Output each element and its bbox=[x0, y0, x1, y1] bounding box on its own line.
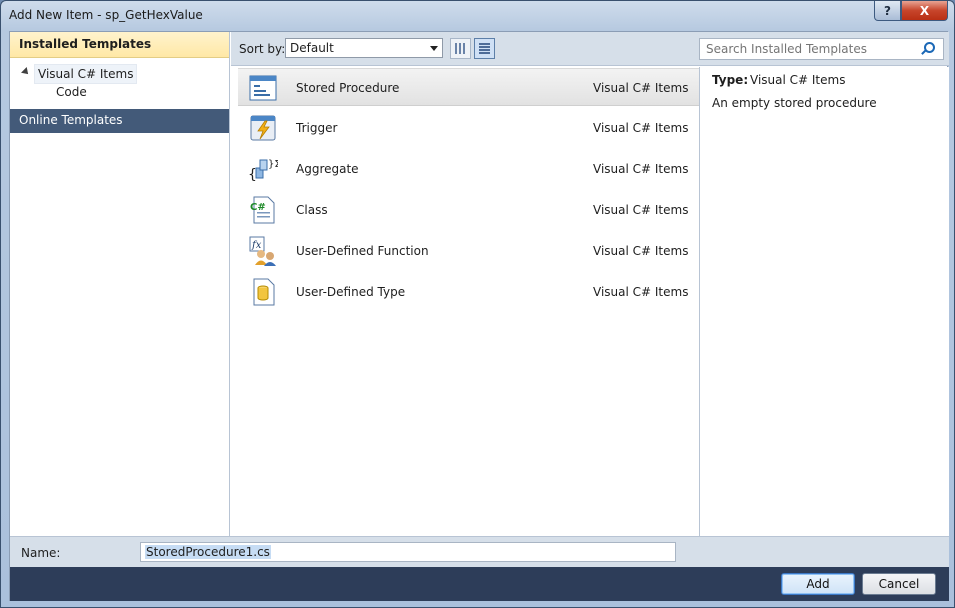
function-icon: fx bbox=[249, 236, 276, 266]
expand-collapse-icon[interactable] bbox=[21, 67, 31, 77]
class-icon: C# bbox=[250, 196, 275, 224]
type-label: Type: bbox=[712, 73, 749, 87]
template-name: Stored Procedure bbox=[296, 81, 400, 95]
search-input[interactable] bbox=[699, 38, 944, 60]
template-name: Aggregate bbox=[296, 162, 359, 176]
template-category: Visual C# Items bbox=[593, 121, 689, 135]
template-row-class[interactable]: C# Class Visual C# Items bbox=[238, 191, 699, 229]
svg-text:C#: C# bbox=[250, 202, 266, 213]
template-details-panel: Type: Visual C# Items An empty stored pr… bbox=[699, 67, 949, 536]
cancel-button[interactable]: Cancel bbox=[862, 573, 936, 595]
help-button[interactable]: ? bbox=[874, 1, 901, 21]
window-title: Add New Item - sp_GetHexValue bbox=[9, 8, 203, 22]
list-view-button[interactable] bbox=[474, 38, 495, 59]
svg-text:fx: fx bbox=[251, 240, 262, 251]
search-icon[interactable] bbox=[924, 42, 935, 53]
svg-text:}Σ: }Σ bbox=[268, 159, 278, 170]
template-category: Visual C# Items bbox=[593, 244, 689, 258]
tree-empty-area bbox=[10, 133, 229, 536]
templates-list: Stored Procedure Visual C# Items Trigger… bbox=[234, 67, 699, 536]
add-button[interactable]: Add bbox=[781, 573, 855, 595]
grid-view-icon bbox=[455, 43, 466, 54]
list-view-icon bbox=[479, 43, 490, 54]
name-label: Name: bbox=[21, 546, 61, 560]
tree-item-code[interactable]: Code bbox=[56, 85, 87, 99]
sort-by-dropdown[interactable]: Default bbox=[285, 38, 443, 58]
template-category: Visual C# Items bbox=[593, 81, 689, 95]
template-row-stored-procedure[interactable]: Stored Procedure Visual C# Items bbox=[238, 68, 699, 106]
template-category: Visual C# Items bbox=[593, 162, 689, 176]
close-button[interactable]: X bbox=[901, 1, 948, 21]
search-bar bbox=[699, 32, 949, 66]
template-description: An empty stored procedure bbox=[712, 96, 877, 110]
add-new-item-dialog: Add New Item - sp_GetHexValue ? X Instal… bbox=[0, 0, 955, 608]
template-row-trigger[interactable]: Trigger Visual C# Items bbox=[238, 109, 699, 147]
template-row-user-defined-function[interactable]: fx User-Defined Function Visual C# Items bbox=[238, 232, 699, 270]
template-category: Visual C# Items bbox=[593, 203, 689, 217]
tree-item-visual-csharp[interactable]: Visual C# Items bbox=[34, 64, 138, 84]
templates-tree-panel: Installed Templates Visual C# Items Code… bbox=[10, 32, 230, 536]
type-icon bbox=[253, 278, 275, 306]
template-name: Trigger bbox=[296, 121, 338, 135]
sort-toolbar: Sort by: Default bbox=[231, 32, 699, 66]
name-input-value: StoredProcedure1.cs bbox=[145, 545, 271, 559]
name-bar: Name: StoredProcedure1.cs bbox=[10, 536, 949, 567]
sort-by-label: Sort by: bbox=[239, 42, 286, 56]
stored-procedure-icon bbox=[249, 75, 277, 101]
template-row-user-defined-type[interactable]: User-Defined Type Visual C# Items bbox=[238, 273, 699, 311]
sort-by-value: Default bbox=[290, 41, 334, 55]
online-templates-header[interactable]: Online Templates bbox=[10, 109, 229, 133]
template-name: User-Defined Function bbox=[296, 244, 429, 258]
chevron-down-icon bbox=[430, 46, 438, 51]
title-bar: Add New Item - sp_GetHexValue ? X bbox=[1, 1, 954, 31]
name-input[interactable]: StoredProcedure1.cs bbox=[140, 542, 676, 562]
dialog-button-bar: Add Cancel bbox=[10, 567, 949, 601]
template-row-aggregate[interactable]: { }Σ Aggregate Visual C# Items bbox=[238, 150, 699, 188]
template-name: Class bbox=[296, 203, 328, 217]
template-category: Visual C# Items bbox=[593, 285, 689, 299]
template-name: User-Defined Type bbox=[296, 285, 406, 299]
small-icons-view-button[interactable] bbox=[450, 38, 471, 59]
aggregate-icon: { }Σ bbox=[248, 159, 278, 183]
trigger-icon bbox=[250, 115, 276, 141]
type-value: Visual C# Items bbox=[750, 73, 846, 87]
installed-templates-header[interactable]: Installed Templates bbox=[10, 32, 229, 58]
dialog-client: Installed Templates Visual C# Items Code… bbox=[9, 31, 949, 601]
